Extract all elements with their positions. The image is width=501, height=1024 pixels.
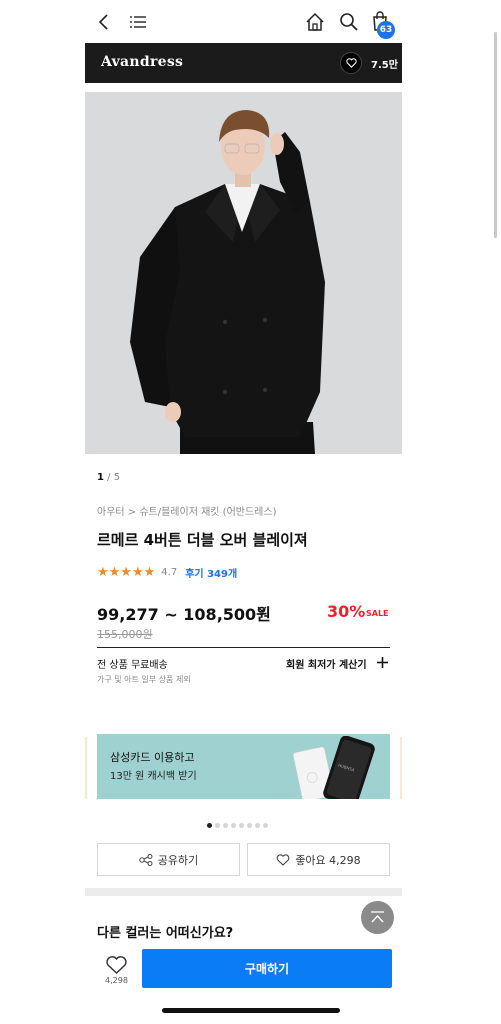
discount-rate: 30% (327, 602, 366, 621)
pagination-dot[interactable] (239, 823, 244, 828)
banner-prev-peek (85, 737, 87, 799)
scrollbar[interactable] (494, 32, 497, 238)
breadcrumb[interactable]: 아우터 > 슈트/블레이저 재킷 (어반드레스) (97, 503, 276, 518)
buy-button[interactable]: 구매하기 (142, 949, 392, 988)
pagination-dot[interactable] (255, 823, 260, 828)
pagination-dot[interactable] (207, 823, 212, 828)
top-navigation: 63 (85, 0, 402, 42)
other-colors-heading: 다른 컬러는 어떠신가요? (97, 926, 234, 941)
banner-subline: 13만 원 캐시백 받기 (110, 771, 197, 782)
heart-icon (276, 853, 290, 866)
price-range[interactable]: 99,277 ~ 108,500원 (97, 601, 271, 625)
pager-current: 1 (97, 472, 104, 483)
rating-row: ★★★★★ 4.7 후기 349개 (97, 564, 237, 580)
home-icon[interactable] (305, 12, 325, 32)
divider (97, 647, 390, 648)
reviews-link[interactable]: 후기 349개 (185, 565, 237, 580)
scroll-to-top-button[interactable] (361, 901, 394, 934)
member-price-calculator[interactable]: 회원 최저가 계산기 (286, 656, 367, 671)
pagination-dot[interactable] (247, 823, 252, 828)
rating-value: 4.7 (161, 566, 178, 578)
back-icon[interactable] (97, 13, 111, 31)
product-page: 63 Avandress 7.5만 1 / 5 아우터 > 슈트/블레이저 재킷… (0, 0, 501, 1024)
banner-next-peek (400, 737, 402, 799)
product-title: 르메르 4버튼 더블 오버 블레이져 (97, 531, 308, 549)
heart-icon (346, 58, 357, 68)
product-photo-illustration (85, 92, 402, 454)
plus-icon[interactable] (376, 656, 389, 669)
like-label: 좋아요 4,298 (295, 853, 361, 867)
product-image[interactable] (85, 92, 402, 454)
brand-like-count: 7.5만 (371, 60, 398, 71)
pagination-dot[interactable] (223, 823, 228, 828)
chevron-down-icon[interactable] (257, 605, 267, 613)
pager-total: / 5 (107, 472, 121, 483)
like-button[interactable]: 좋아요 4,298 (247, 843, 390, 876)
share-button[interactable]: 공유하기 (97, 843, 240, 876)
card-and-phone-image: HUBNSA (293, 736, 375, 799)
star-rating: ★★★★★ (97, 564, 156, 580)
shipping-info: 전 상품 무료배송 (97, 660, 168, 671)
brand-name[interactable]: Avandress (101, 54, 183, 70)
promo-banner[interactable]: 삼성카드 이용하고 13만 원 캐시백 받기 HUBNSA (97, 734, 390, 799)
pagination-dot[interactable] (231, 823, 236, 828)
share-label: 공유하기 (157, 853, 199, 867)
arrow-up-icon (371, 911, 384, 923)
sale-label: SALE (366, 609, 389, 618)
shipping-note: 가구 및 아트 일부 상품 제외 (97, 675, 191, 684)
menu-list-icon[interactable] (129, 15, 147, 29)
share-icon (139, 853, 153, 866)
home-indicator[interactable] (162, 1008, 340, 1013)
banner-pagination (207, 823, 268, 828)
image-pager: 1 / 5 (97, 472, 120, 483)
section-separator (85, 888, 402, 896)
wishlist-heart-icon[interactable] (104, 955, 129, 975)
cart-count-badge: 63 (377, 21, 395, 39)
pagination-dot[interactable] (215, 823, 220, 828)
original-price: 155,000원 (97, 628, 153, 641)
pagination-dot[interactable] (263, 823, 268, 828)
brand-like-button[interactable] (340, 52, 362, 74)
brand-bar[interactable]: Avandress 7.5만 (85, 43, 402, 83)
search-icon[interactable] (339, 12, 359, 32)
banner-headline: 삼성카드 이용하고 (110, 751, 195, 764)
wishlist-count: 4,298 (105, 976, 128, 985)
